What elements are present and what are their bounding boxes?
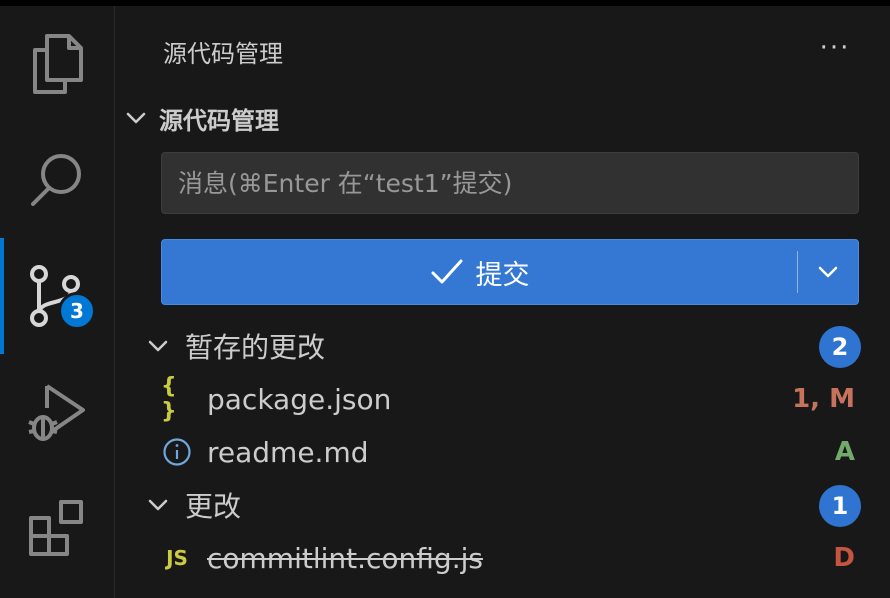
changes-header[interactable]: 更改 1 <box>145 483 861 527</box>
file-name: commitlint.config.js <box>207 541 483 575</box>
commit-button-group: 提交 <box>161 239 859 305</box>
file-row-readme-md[interactable]: readme.md A <box>161 430 855 474</box>
chevron-down-icon <box>148 340 168 352</box>
file-status: A <box>834 437 855 467</box>
files-icon <box>33 34 83 94</box>
chevron-down-icon <box>126 112 146 124</box>
file-status: D <box>833 543 855 573</box>
run-debug-icon <box>28 384 85 441</box>
file-row-package-json[interactable]: { } package.json 1, M <box>161 374 855 424</box>
section-title: 源代码管理 <box>159 106 279 135</box>
commit-dropdown-button[interactable] <box>798 240 858 304</box>
sidebar-title: 源代码管理 <box>163 40 283 68</box>
activity-search[interactable] <box>0 122 114 238</box>
changes-label: 更改 <box>185 490 242 523</box>
file-name: package.json <box>207 382 392 416</box>
staged-changes-header[interactable]: 暂存的更改 2 <box>145 324 861 368</box>
search-icon <box>31 154 81 206</box>
json-icon: { } <box>161 374 177 424</box>
staged-changes-label: 暂存的更改 <box>185 331 326 364</box>
info-icon <box>161 436 193 468</box>
source-control-badge: 3 <box>58 292 96 330</box>
more-actions-button[interactable]: ··· <box>813 28 857 68</box>
commit-message-input[interactable] <box>161 152 859 214</box>
activity-bar: 3 <box>0 6 115 598</box>
activity-run-debug[interactable] <box>0 354 114 470</box>
changes-count: 1 <box>819 485 861 527</box>
activity-extensions[interactable] <box>0 470 114 586</box>
file-status: 1, M <box>792 384 855 414</box>
extensions-icon <box>29 500 83 556</box>
chevron-down-icon <box>818 266 838 278</box>
file-row-commitlint-config-js[interactable]: JS commitlint.config.js D <box>161 536 855 580</box>
chevron-down-icon <box>148 499 168 511</box>
check-icon <box>431 259 462 284</box>
file-name: readme.md <box>207 435 369 469</box>
js-icon: JS <box>166 546 188 570</box>
source-control-section-header[interactable]: 源代码管理 <box>123 100 279 136</box>
commit-button[interactable]: 提交 <box>162 240 797 304</box>
source-control-sidebar: 源代码管理 ··· 源代码管理 提交 暂存的更改 2 { } pack <box>115 6 890 598</box>
activity-source-control[interactable]: 3 <box>0 238 114 354</box>
commit-button-label: 提交 <box>475 259 530 291</box>
staged-changes-count: 2 <box>819 326 861 368</box>
activity-explorer[interactable] <box>0 6 114 122</box>
